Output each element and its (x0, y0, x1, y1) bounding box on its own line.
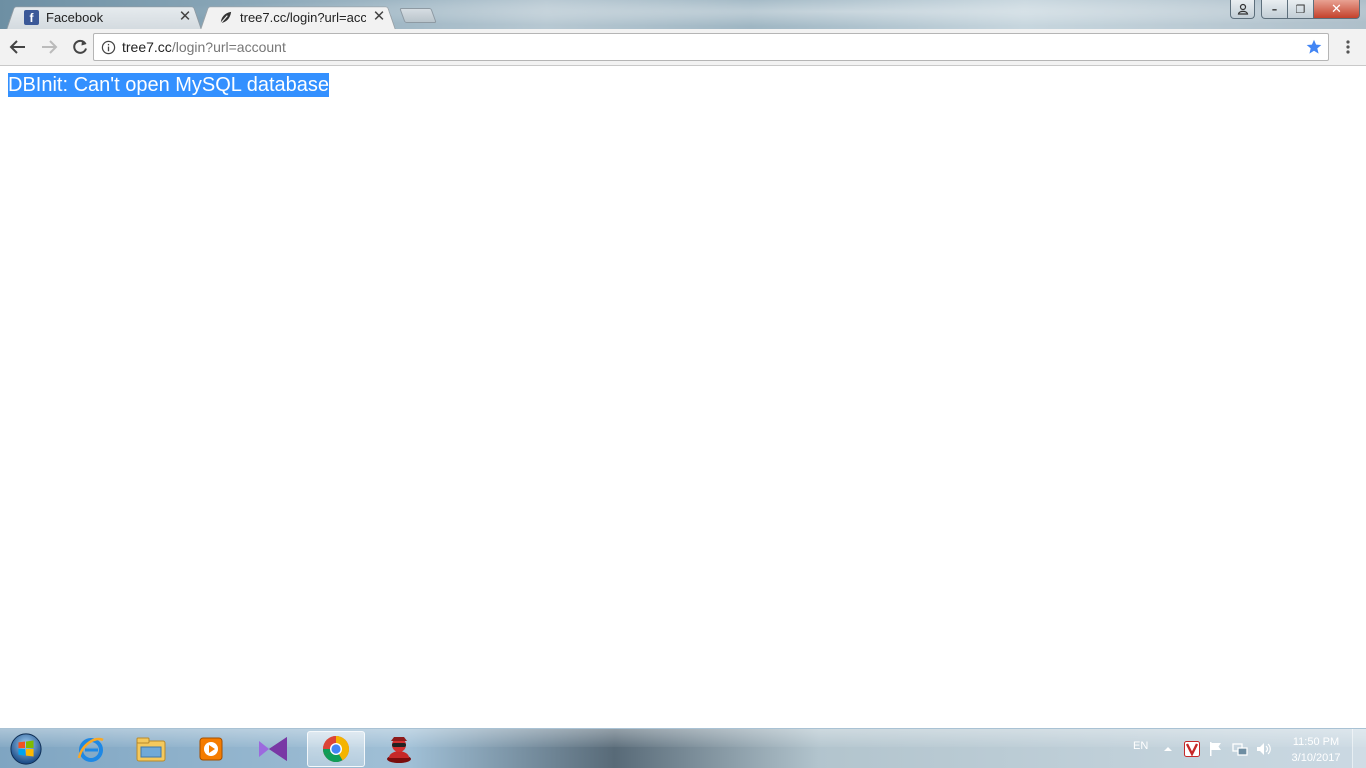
tab-tree7[interactable]: tree7.cc/login?url=accou ✕ (200, 4, 396, 29)
reload-button[interactable] (66, 33, 94, 61)
tab-title: tree7.cc/login?url=accou (240, 9, 366, 25)
url-text: tree7.cc/login?url=account (122, 39, 286, 55)
taskbar-media-player[interactable] (182, 731, 240, 767)
chevron-up-icon[interactable] (1160, 741, 1176, 757)
start-button[interactable] (7, 732, 45, 766)
internet-explorer-icon (77, 737, 104, 762)
error-message: DBInit: Can't open MySQL database (8, 73, 330, 97)
tab-close-icon[interactable]: ✕ (372, 9, 386, 24)
maximize-button[interactable]: ❐ (1288, 0, 1314, 19)
vivaldi-tray-icon[interactable] (1184, 741, 1200, 757)
visual-studio-icon (259, 737, 287, 761)
page-content: DBInit: Can't open MySQL database (0, 66, 1366, 728)
arrow-right-icon (42, 40, 58, 54)
taskbar-chrome[interactable] (307, 731, 365, 767)
address-bar[interactable]: tree7.cc/login?url=account (93, 33, 1329, 61)
clock-time: 11:50 PM (1292, 736, 1340, 748)
taskbar-spy-app[interactable] (370, 731, 428, 767)
taskbar: EN 11:50 PM 3/10/2017 (0, 728, 1366, 768)
flag-icon[interactable] (1208, 741, 1224, 757)
bookmark-star-icon[interactable] (1306, 39, 1322, 55)
tab-close-icon[interactable]: ✕ (178, 9, 192, 24)
browser-toolbar: tree7.cc/login?url=account (0, 29, 1366, 66)
system-clock[interactable]: 11:50 PM 3/10/2017 (1282, 734, 1350, 766)
show-desktop-button[interactable] (1352, 729, 1366, 768)
url-path: /login?url=account (171, 39, 286, 55)
arrow-left-icon (9, 40, 25, 54)
language-indicator[interactable]: EN (1133, 740, 1148, 752)
tab-title: Facebook (46, 9, 104, 25)
forward-button[interactable] (35, 33, 63, 61)
tab-facebook[interactable]: f Facebook ✕ (6, 4, 202, 29)
volume-icon[interactable] (1256, 741, 1272, 757)
facebook-icon: f (24, 9, 39, 25)
url-host: tree7.cc (122, 39, 172, 55)
media-player-icon (199, 737, 223, 761)
menu-kebab-icon[interactable] (1338, 37, 1358, 57)
title-bar: f Facebook ✕ tree7.cc/login?url=accou ✕ … (0, 0, 1366, 29)
taskbar-visual-studio[interactable] (244, 731, 302, 767)
info-icon[interactable] (94, 40, 122, 55)
reload-icon (73, 39, 87, 54)
file-explorer-icon (136, 737, 166, 762)
close-window-button[interactable]: ✕ (1314, 0, 1360, 19)
leaf-icon (218, 10, 233, 25)
window-controls: – ❐ ✕ (1230, 0, 1360, 20)
spy-app-icon (387, 737, 411, 763)
network-icon[interactable] (1232, 741, 1248, 757)
new-tab-button[interactable] (399, 8, 437, 23)
windows-logo-icon (10, 733, 42, 765)
back-button[interactable] (4, 33, 32, 61)
profile-icon[interactable] (1230, 0, 1255, 19)
clock-date: 3/10/2017 (1291, 752, 1341, 764)
taskbar-internet-explorer[interactable] (62, 731, 120, 767)
chrome-icon (322, 736, 350, 763)
minimize-button[interactable]: – (1261, 0, 1288, 19)
taskbar-file-explorer[interactable] (122, 731, 180, 767)
